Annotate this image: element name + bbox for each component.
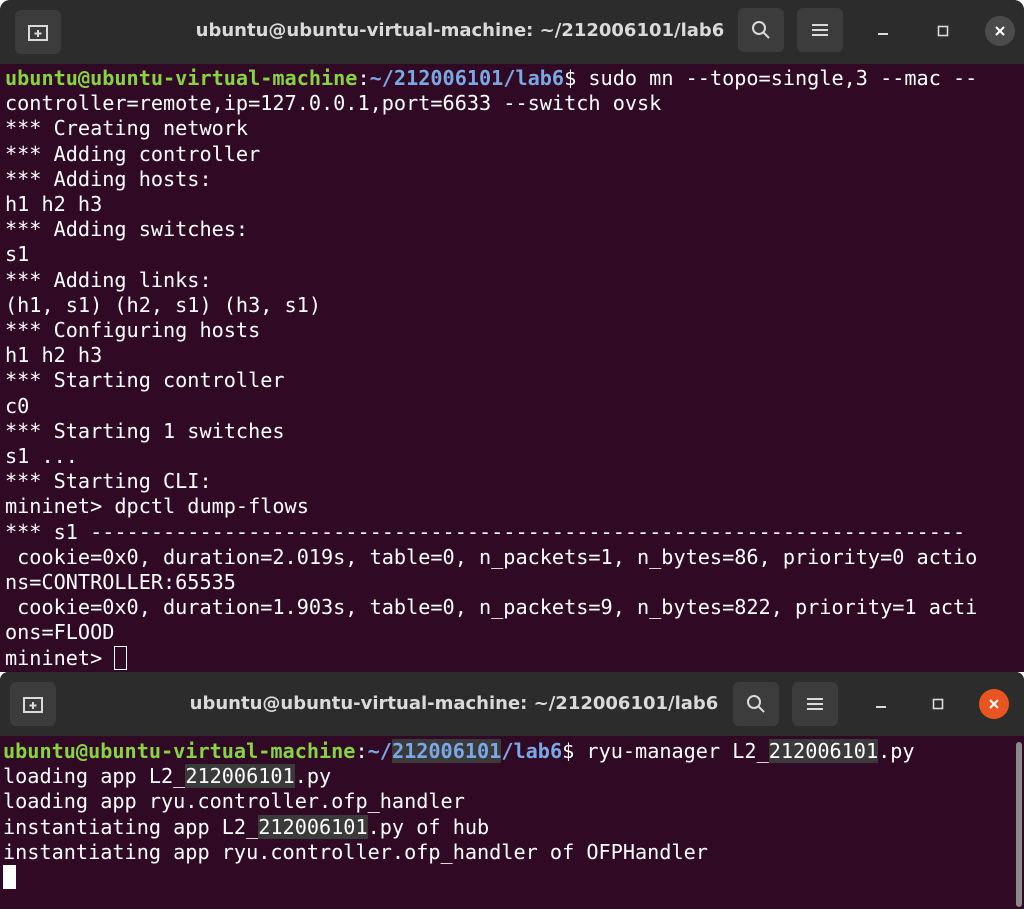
output-line: s1 (5, 242, 30, 267)
new-tab-icon (23, 697, 43, 713)
minimize-icon (876, 706, 886, 708)
cursor (3, 865, 16, 890)
mininet-prompt-line: mininet> (5, 645, 1024, 671)
output-line: s1 ... (5, 444, 78, 469)
title-bar[interactable]: ubuntu@ubuntu-virtual-machine: ~/2120061… (0, 672, 1024, 736)
prompt-path-suffix: /lab6 (501, 739, 563, 763)
output-line: cookie=0x0, duration=2.019s, table=0, n_… (5, 544, 978, 569)
maximize-button[interactable] (923, 689, 953, 719)
output-line: *** s1 ---------------------------------… (5, 519, 966, 544)
output-line: (h1, s1) (h2, s1) (h3, s1) (5, 292, 322, 317)
output-line: ons=FLOOD (5, 620, 115, 645)
command-text: ryu-manager L2_ (574, 739, 769, 763)
search-icon (752, 21, 770, 39)
search-icon (747, 695, 765, 713)
output-line: *** Adding links: (5, 267, 212, 292)
output-line: *** Starting controller (5, 368, 285, 393)
minimize-button[interactable] (866, 689, 896, 719)
new-tab-icon (28, 25, 48, 41)
new-tab-button[interactable] (10, 682, 56, 726)
prompt-path-prefix: ~/ (367, 739, 392, 763)
output-line: *** Creating network (5, 116, 249, 141)
search-button[interactable] (733, 682, 779, 726)
output-line: *** Adding switches: (5, 217, 249, 242)
command-line: ubuntu@ubuntu-virtual-machine:~/21200610… (5, 66, 1024, 91)
hamburger-menu-icon (807, 698, 823, 710)
prompt-path-highlight: 212006101 (391, 739, 502, 763)
cursor (114, 645, 128, 670)
menu-button[interactable] (797, 8, 843, 52)
command-suffix: .py (878, 739, 915, 763)
prompt-dollar: $ (564, 66, 577, 90)
maximize-icon (937, 25, 949, 37)
close-button[interactable] (979, 689, 1009, 719)
terminal-output[interactable]: ubuntu@ubuntu-virtual-machine:~/21200610… (3, 739, 1024, 890)
maximize-button[interactable] (928, 16, 958, 46)
prompt-separator: : (355, 739, 368, 763)
command-line: ubuntu@ubuntu-virtual-machine:~/21200610… (3, 739, 1024, 764)
close-icon (995, 26, 1005, 36)
output-line: *** Adding hosts: (5, 166, 212, 191)
output-line: mininet> dpctl dump-flows (5, 494, 309, 519)
prompt-separator: : (357, 66, 370, 90)
mininet-prompt: mininet> (5, 645, 115, 670)
output-line: *** Starting CLI: (5, 469, 212, 494)
terminal-output[interactable]: ubuntu@ubuntu-virtual-machine:~/21200610… (5, 66, 1024, 671)
cursor-line (3, 865, 1024, 890)
output-line: c0 (5, 393, 30, 418)
prompt-dollar: $ (562, 739, 575, 763)
command-highlight: 212006101 (768, 739, 879, 763)
output-line: instantiating app ryu.controller.ofp_han… (3, 839, 708, 864)
prompt-user: ubuntu@ubuntu-virtual-machine (5, 66, 358, 90)
prompt-path: ~/212006101/lab6 (369, 66, 565, 90)
output-line: ns=CONTROLLER:65535 (5, 570, 236, 595)
close-button[interactable] (985, 16, 1015, 46)
output-line: h1 h2 h3 (5, 192, 103, 217)
close-icon (989, 699, 999, 709)
output-line: *** Adding controller (5, 141, 261, 166)
terminal-window-ryu[interactable]: ubuntu@ubuntu-virtual-machine: ~/2120061… (0, 672, 1024, 909)
minimize-icon (878, 33, 888, 35)
search-button[interactable] (738, 8, 784, 52)
new-tab-button[interactable] (15, 10, 61, 54)
maximize-icon (932, 698, 944, 710)
terminal-window-mininet[interactable]: ubuntu@ubuntu-virtual-machine: ~/2120061… (0, 0, 1024, 672)
output-line: instantiating app L2_212006101.py of hub (3, 814, 490, 839)
output-line: loading app L2_212006101.py (3, 764, 332, 789)
command-continuation: controller=remote,ip=127.0.0.1,port=6633… (5, 91, 662, 116)
menu-button[interactable] (792, 682, 838, 726)
command-text: sudo mn --topo=single,3 --mac -- (576, 66, 978, 90)
output-line: loading app ryu.controller.ofp_handler (3, 789, 465, 814)
output-line: cookie=0x0, duration=1.903s, table=0, n_… (5, 595, 978, 620)
minimize-button[interactable] (868, 16, 898, 46)
hamburger-menu-icon (812, 24, 828, 36)
prompt-user: ubuntu@ubuntu-virtual-machine (3, 739, 356, 763)
output-line: h1 h2 h3 (5, 343, 103, 368)
output-line: *** Starting 1 switches (5, 418, 285, 443)
title-bar[interactable]: ubuntu@ubuntu-virtual-machine: ~/2120061… (0, 0, 1024, 64)
scrollbar[interactable] (1016, 742, 1022, 907)
output-line: *** Configuring hosts (5, 318, 261, 343)
